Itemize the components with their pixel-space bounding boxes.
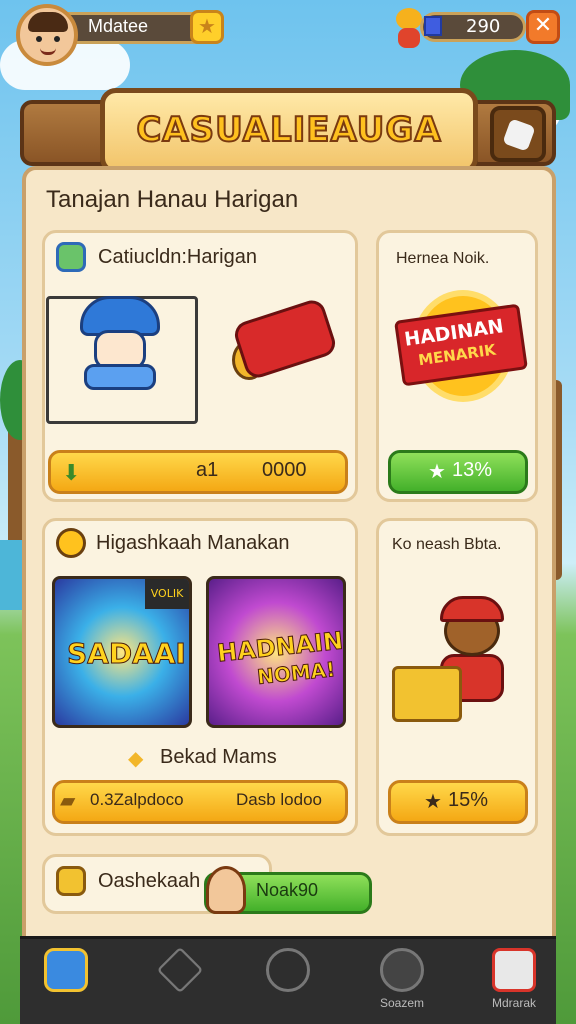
card-1-button-right: 0000 <box>262 459 307 481</box>
arrow-down-icon: ⬇ <box>62 460 81 485</box>
close-icon[interactable]: ✕ <box>526 10 560 44</box>
gem-icon <box>424 16 442 36</box>
close-icon <box>492 948 536 992</box>
page-title: CASUALIEAUGA <box>135 109 442 151</box>
coin-icon <box>380 948 424 992</box>
coin-icon <box>56 528 86 558</box>
section-heading: Tanajan Hanau Harigan <box>46 186 299 213</box>
nav-diamond[interactable] <box>150 946 210 1006</box>
tools-icon <box>266 948 310 992</box>
card-3-sub-label: Bekad Mams <box>160 746 277 768</box>
card-2-button-label: 13% <box>452 459 493 481</box>
poster-sadaai[interactable]: VOLIK SADAAI <box>52 576 192 728</box>
card-5-title: Oashekaah <box>98 870 201 892</box>
home-icon <box>44 948 88 992</box>
poster-corner: VOLIK <box>145 579 189 609</box>
card-4-title: Ko neash Bbta. <box>392 536 502 553</box>
card-2-title: Hernea Noik. <box>396 250 490 267</box>
scroll-icon <box>56 866 86 896</box>
card-5-button-label: Noak90 <box>256 880 319 900</box>
poster-a-text: SADAAI <box>67 637 187 671</box>
star-icon: ★ <box>428 461 446 483</box>
card-1-button-left: a1 <box>196 459 219 481</box>
avatar[interactable] <box>16 4 78 66</box>
poster-hadnain[interactable]: HADNAIN NOMA! <box>206 576 346 728</box>
star-icon[interactable]: ★ <box>190 10 224 44</box>
card-3-title: Higashkaah Manakan <box>96 532 290 554</box>
coin-value: 290 <box>466 16 501 37</box>
nav-tools[interactable] <box>258 946 318 1006</box>
gem-icon: ◆ <box>128 748 144 770</box>
settings-button[interactable] <box>490 106 546 162</box>
avatar <box>206 866 246 914</box>
card-3-button-right: Dasb lodoo <box>236 790 323 809</box>
diamond-icon <box>156 946 204 994</box>
nav-home[interactable] <box>36 946 96 1006</box>
nav-label-shop: Soazem <box>379 996 425 1010</box>
puzzle-icon <box>502 118 536 152</box>
robot-character[interactable] <box>70 290 170 400</box>
star-icon: ★ <box>424 791 442 813</box>
gold-bars <box>392 666 462 722</box>
ticket-icon: ▰ <box>60 790 76 812</box>
card-1-title: Catiucldn:Harigan <box>98 246 257 268</box>
card-3-button-left: 0.3Zalpdoco <box>90 790 184 809</box>
card-4-button-label: 15% <box>448 789 489 811</box>
player-name: Mdatee <box>88 16 149 36</box>
gamepad-icon <box>56 242 86 272</box>
nav-label-close: Mdrarak <box>491 996 536 1010</box>
